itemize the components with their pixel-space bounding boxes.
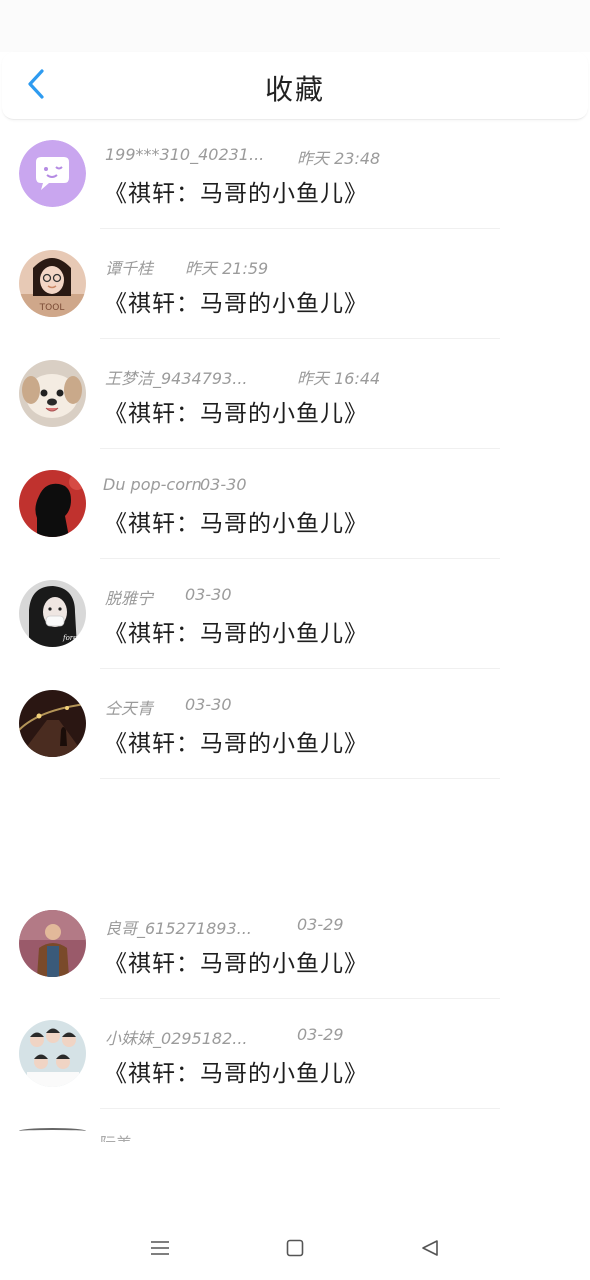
timestamp: 03-30 [185,585,232,604]
divider [100,998,500,999]
item-meta: 小妹妹_0295182... 03-29 [105,1025,344,1049]
timestamp: 03-30 [200,475,247,494]
item-meta: 良哥_615271893... 03-29 [105,915,344,939]
system-navigation-bar [0,1220,590,1280]
list-item[interactable]: 199***310_40231... 昨天 23:48 《祺轩：马哥的小鱼儿》 [0,120,590,230]
list-item[interactable]: forever 脱雅宁 03-30 《祺轩：马哥的小鱼儿》 [0,560,590,670]
item-meta: 王梦洁_9434793... 昨天 16:44 [105,365,380,389]
favorites-screen: 收藏 199***310_40231... 昨天 23:48 《祺轩：马哥的小鱼… [0,0,590,1280]
home-button[interactable] [281,1236,309,1264]
divider [100,228,500,229]
list-item[interactable]: TOOL 谭千桂 昨天 21:59 《祺轩：马哥的小鱼儿》 [0,230,590,340]
triangle-back-icon [420,1238,440,1262]
square-home-icon [285,1238,305,1262]
list-item[interactable]: Du pop-corn 03-30 《祺轩：马哥的小鱼儿》 [0,450,590,560]
divider [100,448,500,449]
timestamp: 03-29 [297,1025,344,1044]
timestamp: 03-29 [297,915,344,934]
avatar[interactable] [19,360,86,427]
author-name: Du pop-corn [103,475,202,494]
list-item[interactable]: 小妹妹_0295182... 03-29 《祺轩：马哥的小鱼儿》 [0,1000,590,1110]
item-title: 《祺轩：马哥的小鱼儿》 [104,1061,368,1087]
svg-text:forever: forever [62,634,86,642]
author-name: 阮美... [100,1130,240,1142]
item-meta: Du pop-corn 03-30 [103,475,247,494]
divider [100,558,500,559]
menu-button[interactable] [146,1236,174,1264]
item-title: 《祺轩：马哥的小鱼儿》 [104,401,368,427]
author-name: 脱雅宁 [105,589,154,608]
list-item[interactable]: 王梦洁_9434793... 昨天 16:44 《祺轩：马哥的小鱼儿》 [0,340,590,450]
avatar[interactable] [19,470,86,537]
item-meta: 仝天青 03-30 [105,695,232,719]
item-title: 《祺轩：马哥的小鱼儿》 [104,181,368,207]
author-name: 小妹妹_0295182... [105,1029,248,1048]
avatar[interactable]: TOOL [19,250,86,317]
timestamp: 昨天 23:48 [297,149,381,168]
timestamp: 昨天 16:44 [297,369,381,388]
item-title: 《祺轩：马哥的小鱼儿》 [104,621,368,647]
system-back-button[interactable] [416,1236,444,1264]
item-title: 《祺轩：马哥的小鱼儿》 [104,511,368,537]
divider [100,338,500,339]
author-name: 仝天青 [105,699,154,718]
divider [100,1108,500,1109]
item-meta: 脱雅宁 03-30 [105,585,232,609]
avatar[interactable]: forever [19,580,86,647]
svg-text:TOOL: TOOL [39,303,65,313]
author-name: 王梦洁_9434793... [105,369,248,388]
avatar[interactable] [19,910,86,977]
page-title: 收藏 [264,73,325,106]
timestamp: 昨天 21:59 [185,259,269,278]
list-item[interactable]: 良哥_615271893... 03-29 《祺轩：马哥的小鱼儿》 [0,890,590,1000]
item-meta: 谭千桂 昨天 21:59 [105,255,268,279]
status-bar-area [0,0,590,52]
list-item[interactable]: 仝天青 03-30 《祺轩：马哥的小鱼儿》 [0,670,590,780]
divider [100,668,500,669]
item-meta: 199***310_40231... 昨天 23:48 [105,145,380,168]
avatar[interactable] [19,690,86,757]
avatar [19,1128,86,1134]
author-name: 谭千桂 [105,259,154,278]
item-title: 《祺轩：马哥的小鱼儿》 [104,951,368,977]
item-title: 《祺轩：马哥的小鱼儿》 [104,291,368,317]
author-name: 良哥_615271893... [105,919,252,938]
avatar[interactable] [19,1020,86,1087]
menu-icon [149,1238,171,1262]
avatar[interactable] [19,140,86,207]
author-name: 199***310_40231... [105,145,265,164]
timestamp: 03-30 [185,695,232,714]
divider [100,778,500,779]
app-header: 收藏 [2,52,588,120]
item-title: 《祺轩：马哥的小鱼儿》 [104,731,368,757]
